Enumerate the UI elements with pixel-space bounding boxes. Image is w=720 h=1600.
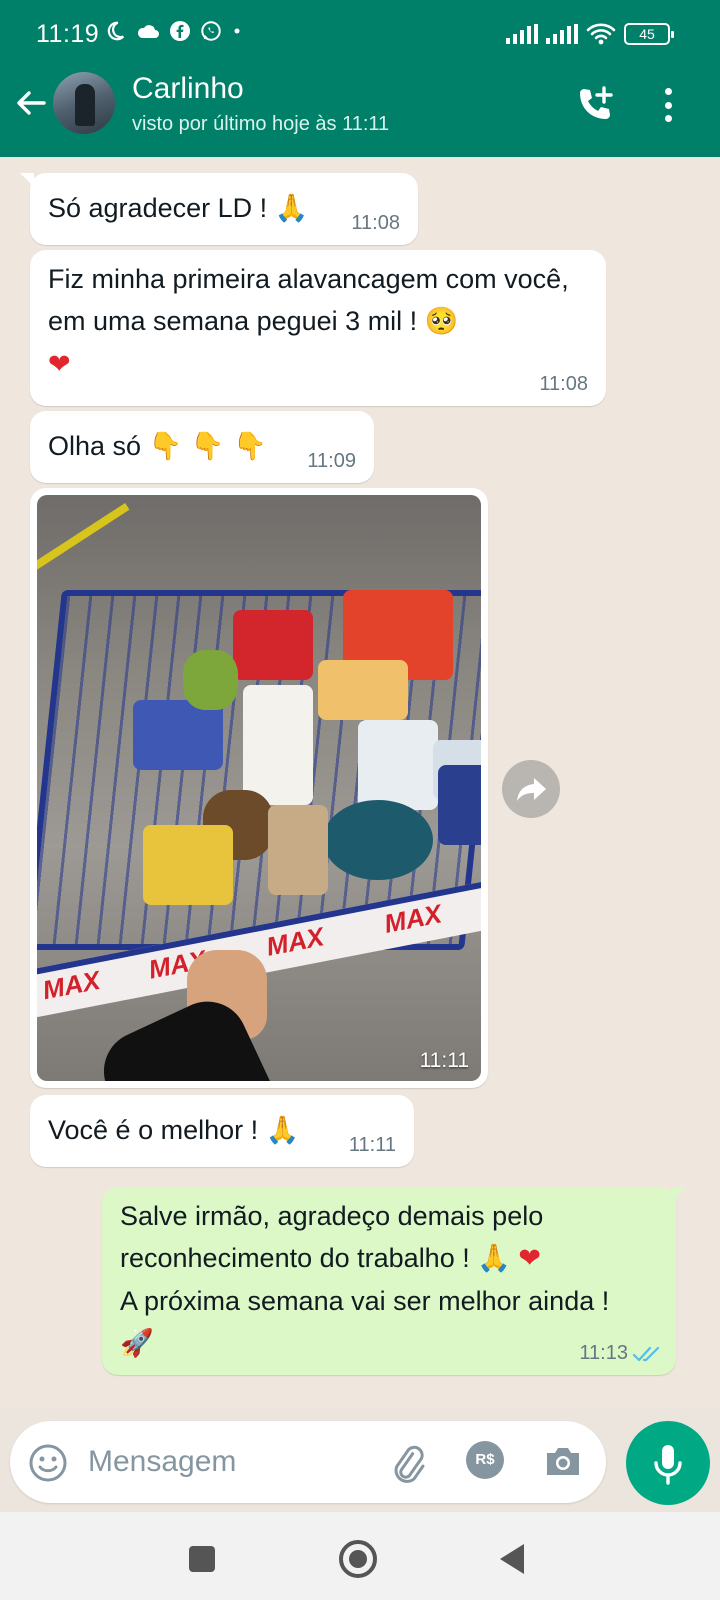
pleading-face-emoji: 🥺: [424, 306, 459, 337]
image-message[interactable]: MAX MAX MAX MAX 11:11: [30, 488, 488, 1088]
message-time: 11:11: [348, 1134, 396, 1156]
contact-name[interactable]: Carlinho: [132, 72, 244, 106]
voice-message-button[interactable]: [626, 1421, 710, 1505]
dot-icon: [234, 28, 240, 34]
message-time: 11:08: [539, 373, 588, 395]
contact-last-seen: visto por último hoje às 11:11: [132, 113, 390, 135]
message-text-line-2: reconhecimento do trabalho !: [120, 1243, 470, 1273]
signal-icon: [506, 24, 538, 44]
pointing-down-emoji: 👇 👇 👇: [148, 431, 267, 462]
status-system-icons: 45: [506, 22, 674, 46]
emoji-icon[interactable]: [28, 1443, 68, 1483]
message-text: Fiz minha primeira alavancagem com você,…: [48, 264, 569, 336]
back-arrow-icon[interactable]: [14, 86, 48, 120]
message-incoming[interactable]: Olha só 👇 👇 👇 11:09: [30, 411, 374, 483]
photo-logo-text: MAX: [40, 964, 103, 1006]
home-icon[interactable]: [339, 1540, 377, 1578]
heart-emoji: ❤: [48, 349, 71, 380]
forward-button[interactable]: [502, 760, 560, 818]
praying-hands-emoji: 🙏: [477, 1243, 511, 1274]
message-composer[interactable]: Mensagem R$: [10, 1421, 606, 1503]
back-nav-icon[interactable]: [500, 1544, 524, 1574]
forward-icon: [517, 778, 546, 801]
wifi-icon: [586, 23, 616, 45]
shopping-cart-photo[interactable]: MAX MAX MAX MAX 11:11: [37, 495, 481, 1081]
payment-button[interactable]: R$: [466, 1441, 504, 1479]
rocket-emoji: 🚀: [120, 1328, 154, 1359]
image-time: 11:11: [419, 1049, 469, 1072]
message-incoming[interactable]: Só agradecer LD ! 🙏 11:08: [20, 173, 418, 245]
praying-hands-emoji: 🙏: [265, 1115, 300, 1146]
status-notification-icons: [104, 20, 242, 42]
status-time: 11:19: [36, 20, 100, 48]
status-bar: 11:19 45: [0, 0, 720, 70]
message-incoming[interactable]: Fiz minha primeira alavancagem com você,…: [30, 250, 606, 406]
message-time: 11:08: [351, 212, 400, 234]
camera-icon[interactable]: [543, 1443, 583, 1481]
facebook-icon: [170, 21, 190, 41]
signal-icon-2: [546, 24, 578, 44]
cloud-icon: [137, 25, 159, 38]
whatsapp-icon: [201, 21, 221, 41]
attach-icon[interactable]: [386, 1441, 426, 1483]
moon-icon: [107, 21, 125, 41]
message-text-line-1: Salve irmão, agradeço demais pelo: [120, 1201, 544, 1231]
recents-icon[interactable]: [189, 1546, 215, 1572]
battery-icon: 45: [624, 23, 674, 45]
praying-hands-emoji: 🙏: [274, 193, 309, 224]
message-outgoing[interactable]: Salve irmão, agradeço demais pelo reconh…: [102, 1187, 686, 1375]
message-time: 11:09: [307, 450, 356, 472]
heart-emoji: ❤: [518, 1243, 542, 1274]
message-text: Você é o melhor !: [48, 1115, 259, 1145]
message-text-line-3: A próxima semana vai ser melhor ainda !: [120, 1286, 610, 1316]
add-call-icon[interactable]: [575, 84, 615, 124]
message-incoming[interactable]: Você é o melhor ! 🙏 11:11: [30, 1095, 414, 1167]
message-text: Só agradecer LD !: [48, 193, 268, 223]
message-text: Olha só: [48, 431, 142, 461]
system-navigation-bar: [0, 1512, 720, 1600]
message-input[interactable]: Mensagem: [88, 1445, 236, 1479]
overflow-menu-icon[interactable]: [662, 88, 674, 122]
message-time: 11:13: [579, 1342, 628, 1364]
chat-area[interactable]: Só agradecer LD ! 🙏 11:08 Fiz minha prim…: [0, 157, 720, 1407]
double-check-read-icon: [632, 1346, 660, 1362]
avatar[interactable]: [53, 72, 115, 134]
app-header: 11:19 45 Carlinho visto por último hoje …: [0, 0, 720, 157]
microphone-icon: [654, 1445, 682, 1485]
